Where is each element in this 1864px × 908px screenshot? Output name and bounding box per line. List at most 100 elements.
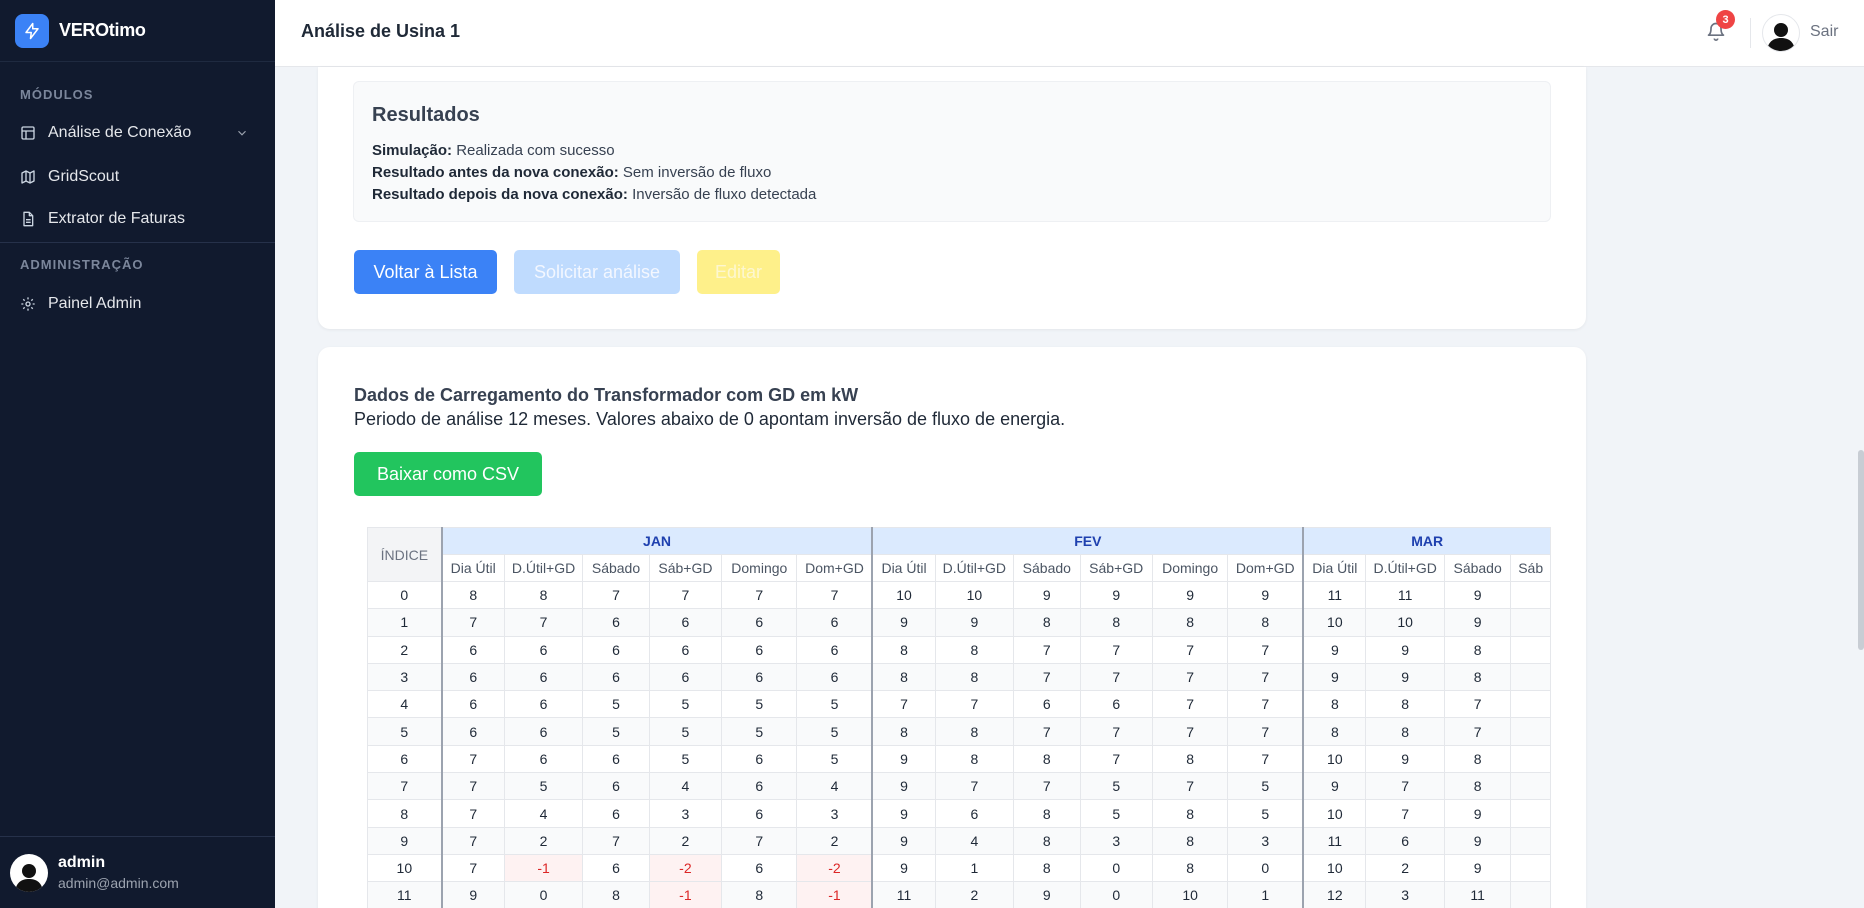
table-cell: 6 [796,635,873,664]
table-cell: 7 [1227,635,1304,664]
table-cell: 9 [1443,608,1512,637]
row-index: 11 [367,881,443,908]
row-index: 9 [367,826,443,855]
table-cell [1510,799,1551,828]
table-cell: 7 [1013,635,1081,664]
load-table-scroll[interactable]: ÍNDICE JAN FEV MAR Dia Útil D.Útil+GD Sába… [367,527,1551,908]
table-cell: 5 [1227,772,1304,801]
table-cell: 7 [1013,662,1081,692]
table-cell: 2 [503,826,584,855]
table-cell: 7 [1227,717,1304,746]
sidebar-item-painel-admin[interactable]: Painel Admin [0,284,275,324]
table-cell: 9 [1443,853,1512,883]
table-cell: 6 [582,662,650,692]
table-cell: 8 [1151,799,1229,828]
table-cell: 1 [1227,881,1304,908]
table-cell: 7 [1365,799,1445,828]
table-cell: 8 [1302,717,1367,746]
gear-icon [21,297,35,311]
table-cell: 5 [796,690,873,719]
table-cell: 7 [582,580,650,610]
request-analysis-button[interactable]: Solicitar análise [514,250,680,294]
table-cell: 6 [1365,826,1445,855]
page-scrollbar[interactable] [1858,450,1864,650]
table-cell: 9 [1302,635,1367,664]
sidebar-item-gridscout[interactable]: GridScout [0,157,275,197]
column-header: Dia Útil [440,554,505,582]
table-cell: 10 [1302,608,1367,637]
table-cell: 6 [1013,690,1081,719]
table-row: 0 8 8 7 7 7 7 10 10 9 9 9 9 11 11 9 [367,580,1551,610]
chevron-down-icon[interactable] [235,126,249,140]
table-cell [1510,826,1551,855]
avatar[interactable] [1762,14,1800,52]
table-cell: 8 [440,580,505,610]
table-cell: 0 [503,881,584,908]
table-cell: 6 [503,744,584,774]
row-index: 0 [367,580,443,610]
table-cell: -2 [796,853,873,883]
table-cell [1510,662,1551,692]
table-cell: 2 [796,826,873,855]
column-header: Sábado [1013,554,1081,582]
load-data-title: Dados de Carregamento do Transformador c… [354,385,859,405]
table-cell: 7 [1151,662,1229,692]
sidebar-item-extrator-faturas[interactable]: Extrator de Faturas [0,199,275,239]
column-header: Dom+GD [1227,554,1304,582]
table-cell: 3 [648,799,723,828]
page-title: Análise de Usina 1 [301,21,461,41]
table-row: 10 7 -1 6 -2 6 -2 9 1 8 0 8 0 10 2 9 [367,853,1551,883]
table-cell: 10 [934,580,1015,610]
table-cell: 11 [1302,580,1367,610]
table-cell: 9 [871,826,936,855]
sidebar-item-analise-conexao[interactable]: Análise de Conexão [0,113,275,153]
table-cell: 6 [721,608,798,637]
user-email: admin@admin.com [58,875,179,891]
table-cell: 4 [934,826,1015,855]
table-cell: 8 [871,662,936,692]
results-card: Resultados Simulação: Realizada com suce… [318,67,1586,329]
brand[interactable]: VEROtimo [0,0,275,62]
table-cell: 6 [1079,690,1153,719]
table-cell: 2 [1365,853,1445,883]
table-cell: 7 [582,826,650,855]
table-row: 8 7 4 6 3 6 3 9 6 8 5 8 5 10 7 9 [367,799,1551,828]
table-cell: 6 [582,608,650,637]
table-cell: 0 [1079,881,1153,908]
notification-badge: 3 [1716,10,1735,29]
table-cell: 8 [1227,608,1304,637]
section-label-modules: MÓDULOS [20,87,94,102]
result-simulation: Simulação: Realizada com sucesso [372,142,615,159]
table-cell: 12 [1302,881,1367,908]
table-cell [1510,853,1551,883]
table-row: 11 9 0 8 -1 8 -1 11 2 9 0 10 1 12 3 11 [367,881,1551,908]
lightning-icon [15,13,49,48]
table-row: 9 7 2 7 2 7 2 9 4 8 3 8 3 11 6 9 [367,826,1551,855]
table-cell: -1 [796,881,873,908]
column-header: Domingo [721,554,798,582]
table-cell: 6 [440,635,505,664]
table-cell [1510,580,1551,610]
user-profile[interactable]: admin admin@admin.com [0,836,275,908]
download-csv-button[interactable]: Baixar como CSV [354,452,542,496]
back-to-list-button[interactable]: Voltar à Lista [354,250,497,294]
table-cell: 2 [934,881,1015,908]
edit-button[interactable]: Editar [697,250,780,294]
table-cell: 5 [721,717,798,746]
table-cell: 9 [1151,580,1229,610]
table-cell: 3 [1079,826,1153,855]
table-cell: 8 [934,635,1015,664]
table-cell: 7 [1151,635,1229,664]
sidebar-item-label: Análise de Conexão [48,124,192,141]
table-cell: 11 [1302,826,1367,855]
table-cell: 8 [1013,744,1081,774]
table-cell: 8 [1443,744,1512,774]
user-name: admin [58,854,106,871]
table-cell: 10 [1151,881,1229,908]
column-header: Sábado [1443,554,1512,582]
table-cell: 9 [1443,799,1512,828]
column-header: D.Útil+GD [934,554,1015,582]
table-cell: 9 [1079,580,1153,610]
table-cell: 5 [648,717,723,746]
logout-link[interactable]: Sair [1810,23,1838,41]
